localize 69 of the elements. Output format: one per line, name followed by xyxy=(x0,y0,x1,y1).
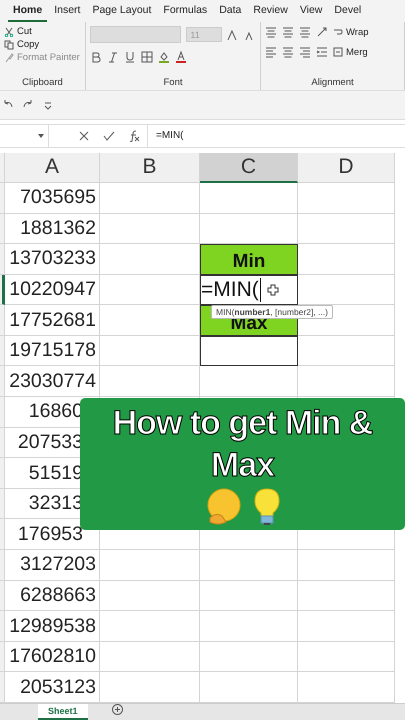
active-cell[interactable]: =MIN( xyxy=(200,274,298,306)
function-tooltip: MIN(number1, [number2], ...) xyxy=(211,304,333,319)
result-cell[interactable] xyxy=(200,336,298,366)
table-cell: 17602810 xyxy=(5,642,100,672)
thinking-emoji-icon xyxy=(206,488,242,526)
table-cell: 17752681 xyxy=(5,305,100,336)
table-cell: 10220947 xyxy=(5,274,100,306)
column-header[interactable]: B xyxy=(100,152,200,183)
scissors-icon xyxy=(4,26,14,36)
cancel-icon[interactable] xyxy=(78,130,90,142)
column-header[interactable]: A xyxy=(5,152,100,183)
formula-input[interactable]: =MIN( xyxy=(148,130,184,142)
borders-icon[interactable] xyxy=(141,51,153,63)
table-cell: 23030774 xyxy=(5,366,100,398)
ribbon-tab[interactable]: Page Layout xyxy=(87,0,156,22)
paintbrush-icon xyxy=(4,52,14,62)
underline-icon[interactable] xyxy=(124,51,136,63)
grow-font-icon[interactable] xyxy=(227,28,240,40)
check-icon[interactable] xyxy=(102,130,115,142)
add-sheet-icon[interactable] xyxy=(112,704,123,715)
orientation-icon[interactable] xyxy=(316,26,328,38)
corner-cell[interactable] xyxy=(0,152,5,183)
column-header[interactable]: C xyxy=(200,152,298,183)
font-color-icon[interactable] xyxy=(175,51,187,63)
header-cell[interactable]: Min xyxy=(200,244,298,275)
row-header[interactable] xyxy=(0,274,5,306)
table-cell: 13703233 xyxy=(5,244,100,275)
column-header[interactable]: D xyxy=(298,152,395,183)
table-cell: 3127203 xyxy=(5,550,100,581)
align-bottom-icon[interactable] xyxy=(299,26,311,38)
table-cell: 7035695 xyxy=(5,182,100,214)
crosshair-cursor-icon xyxy=(266,284,279,296)
align-middle-icon[interactable] xyxy=(282,26,294,38)
wrap-text-button[interactable]: Wrap xyxy=(333,26,369,38)
table-cell: 6288663 xyxy=(5,580,100,612)
ribbon-tab[interactable]: Review xyxy=(248,0,293,22)
group-label: Alignment xyxy=(311,76,354,88)
ribbon-tab[interactable]: Data xyxy=(214,0,246,22)
ribbon-tab[interactable]: View xyxy=(294,0,328,22)
table-cell: 12989538 xyxy=(5,611,100,642)
italic-icon[interactable] xyxy=(107,51,119,63)
merge-button[interactable]: Merg xyxy=(333,46,368,58)
table-cell: 19715178 xyxy=(5,336,100,366)
table-cell: 1881362 xyxy=(5,214,100,244)
header-label: Min xyxy=(232,250,266,274)
align-left-icon[interactable] xyxy=(265,46,277,58)
ribbon-tab[interactable]: Insert xyxy=(49,0,86,22)
group-label: Font xyxy=(163,76,182,88)
cut-button[interactable]: Cut xyxy=(4,26,81,37)
ribbon-tab[interactable]: Devel xyxy=(329,0,366,22)
fill-color-icon[interactable] xyxy=(158,51,170,63)
copy-button[interactable]: Copy xyxy=(4,39,81,50)
align-center-icon[interactable] xyxy=(282,46,294,58)
caret-icon xyxy=(38,134,44,138)
sheet-tab[interactable]: Sheet1 xyxy=(38,704,88,720)
ribbon-tab[interactable]: Formulas xyxy=(158,0,212,22)
banner-title: How to get Min & Max xyxy=(112,402,374,486)
indent-icon[interactable] xyxy=(316,46,328,58)
copy-icon xyxy=(4,40,14,50)
font-name-field[interactable] xyxy=(90,26,182,43)
group-label: Clipboard xyxy=(22,76,63,88)
cell-formula: =MIN( xyxy=(201,278,261,302)
align-top-icon[interactable] xyxy=(265,26,277,38)
align-right-icon[interactable] xyxy=(299,46,311,58)
bold-icon[interactable] xyxy=(90,51,102,63)
merge-icon xyxy=(333,47,343,57)
function-icon[interactable] xyxy=(128,130,140,142)
lightbulb-icon xyxy=(254,488,280,526)
wrap-icon xyxy=(333,27,343,37)
